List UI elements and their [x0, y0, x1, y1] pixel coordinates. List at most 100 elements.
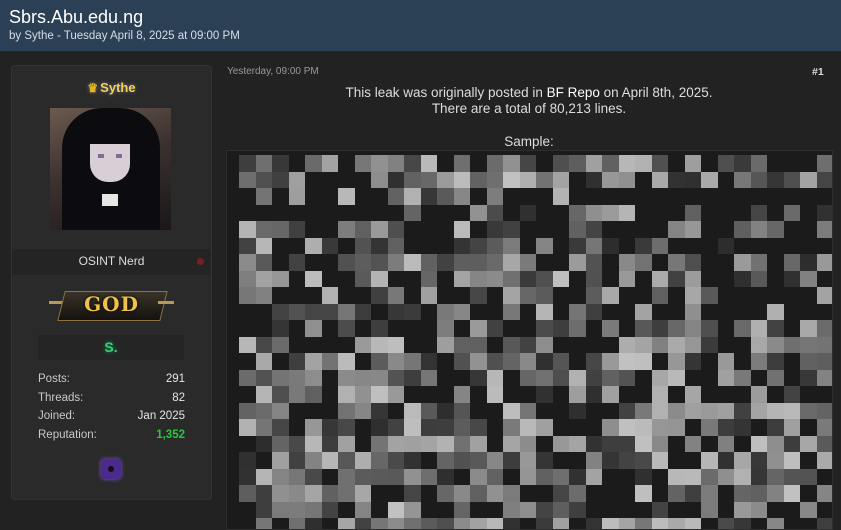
censor-pixel: [453, 435, 470, 452]
username[interactable]: Sythe: [100, 80, 135, 95]
censor-pixel: [783, 452, 800, 469]
censor-pixel: [272, 468, 289, 485]
censor-pixel: [783, 171, 800, 188]
censor-pixel: [503, 171, 520, 188]
censor-pixel: [404, 204, 421, 221]
censor-pixel: [404, 369, 421, 386]
censor-pixel: [503, 336, 520, 353]
censor-pixel: [288, 501, 305, 518]
censor-pixel: [503, 270, 520, 287]
rank-label: GOD: [84, 292, 139, 316]
censor-pixel: [585, 270, 602, 287]
censor-pixel: [536, 171, 553, 188]
censor-pixel: [453, 452, 470, 469]
censor-pixel: [503, 402, 520, 419]
censor-pixel: [585, 254, 602, 271]
award-bar: S.: [38, 335, 184, 360]
censor-pixel: [239, 485, 256, 502]
censor-pixel: [272, 221, 289, 238]
post-text-line-2: There are a total of 80,213 lines.: [431, 101, 627, 116]
censor-pixel: [536, 270, 553, 287]
censor-pixel: [684, 171, 701, 188]
censor-pixel: [651, 287, 668, 304]
censor-pixel: [585, 468, 602, 485]
censor-pixel: [288, 254, 305, 271]
censor-pixel: [618, 435, 635, 452]
censor-pixel: [800, 336, 817, 353]
censor-pixel: [635, 237, 652, 254]
censor-pixel: [800, 435, 817, 452]
censor-pixel: [750, 435, 767, 452]
censor-pixel: [585, 221, 602, 238]
censor-pixel: [800, 468, 817, 485]
censor-pixel: [437, 171, 454, 188]
award-icon[interactable]: S.: [38, 339, 184, 355]
censor-pixel: [569, 237, 586, 254]
censor-pixel: [602, 237, 619, 254]
censor-pixel: [651, 435, 668, 452]
censor-pixel: [404, 254, 421, 271]
censor-pixel: [651, 336, 668, 353]
censor-pixel: [420, 402, 437, 419]
censor-pixel: [470, 518, 487, 529]
censor-pixel: [453, 188, 470, 205]
censor-pixel: [800, 353, 817, 370]
censor-pixel: [338, 353, 355, 370]
censor-pixel: [272, 435, 289, 452]
censor-pixel: [767, 369, 784, 386]
censor-pixel: [404, 452, 421, 469]
censor-pixel: [371, 320, 388, 337]
censor-pixel: [387, 501, 404, 518]
censor-pixel: [569, 320, 586, 337]
stat-value: 291: [165, 373, 185, 385]
post-timestamp[interactable]: Yesterday, 09:00 PM: [227, 66, 319, 77]
censor-pixel: [701, 320, 718, 337]
stat-joined: Joined: Jan 2025: [38, 410, 185, 426]
censor-pixel: [272, 171, 289, 188]
censor-pixel: [503, 452, 520, 469]
censor-pixel: [767, 353, 784, 370]
censor-pixel: [519, 435, 536, 452]
censor-pixel: [321, 452, 338, 469]
censor-pixel: [684, 518, 701, 529]
stat-reputation: Reputation: 1,352: [38, 429, 185, 445]
censor-pixel: [519, 204, 536, 221]
censor-pixel: [552, 501, 569, 518]
censor-pixel: [536, 468, 553, 485]
censor-pixel: [519, 452, 536, 469]
purple-badge-icon[interactable]: [101, 459, 121, 479]
post-number-link[interactable]: #1: [812, 66, 824, 78]
bf-repo-link[interactable]: BF Repo: [547, 85, 600, 100]
censor-pixel: [255, 171, 272, 188]
censor-pixel: [470, 452, 487, 469]
censor-pixel: [486, 369, 503, 386]
censor-pixel: [668, 336, 685, 353]
censor-pixel: [354, 369, 371, 386]
username-link[interactable]: ♛ Sythe: [12, 80, 211, 95]
censor-pixel: [305, 485, 322, 502]
censor-pixel: [437, 188, 454, 205]
censor-pixel: [734, 468, 751, 485]
reputation-value[interactable]: 1,352: [156, 429, 185, 441]
censor-pixel: [486, 270, 503, 287]
censor-pixel: [635, 353, 652, 370]
offline-status-icon: [197, 258, 204, 265]
user-title: OSINT Nerd: [78, 254, 145, 268]
censor-pixel: [816, 336, 832, 353]
censor-pixel: [239, 452, 256, 469]
stat-value: Jan 2025: [137, 410, 185, 422]
censor-pixel: [800, 171, 817, 188]
post-text-pre: This leak was originally posted in: [345, 85, 547, 100]
avatar[interactable]: [50, 108, 171, 230]
censor-pixel: [437, 303, 454, 320]
censor-pixel: [371, 452, 388, 469]
censor-pixel: [668, 419, 685, 436]
censor-pixel: [569, 155, 586, 172]
censor-pixel: [602, 171, 619, 188]
censor-pixel: [651, 369, 668, 386]
censor-pixel: [420, 369, 437, 386]
censor-pixel: [618, 171, 635, 188]
censor-pixel: [354, 386, 371, 403]
censor-pixel: [585, 155, 602, 172]
censor-pixel: [354, 485, 371, 502]
